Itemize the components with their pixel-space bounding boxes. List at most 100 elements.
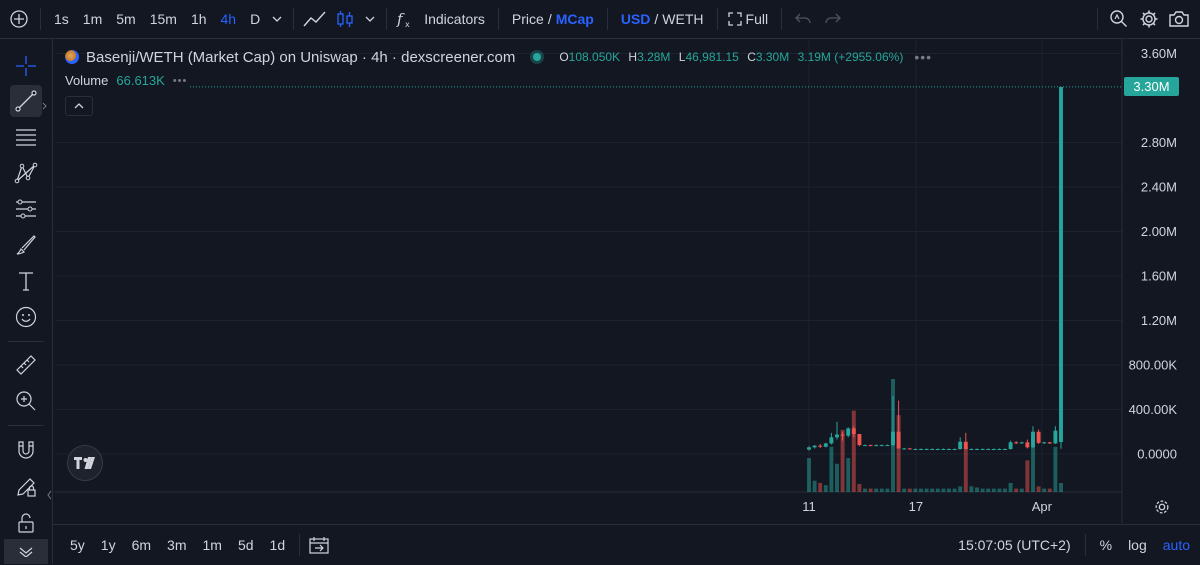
- volume-bar: [958, 486, 963, 492]
- y-tick-label: 1.60M: [1141, 269, 1177, 284]
- toolbar-separator: [299, 534, 301, 556]
- volume-label: Volume: [65, 73, 109, 88]
- y-tick-label: 800.00K: [1129, 358, 1178, 373]
- more-options-icon[interactable]: •••: [914, 49, 932, 65]
- volume-bar: [924, 488, 929, 492]
- candle-body: [1008, 442, 1013, 449]
- chart-settings-icon[interactable]: [1153, 498, 1171, 521]
- candle-body: [1031, 431, 1035, 448]
- candle-body: [1047, 442, 1052, 444]
- candle-body: [930, 448, 935, 450]
- candle-body: [919, 448, 923, 450]
- candle-body: [952, 448, 957, 450]
- close-value: 3.30M: [755, 50, 790, 64]
- volume-bar: [874, 488, 879, 492]
- range-1y[interactable]: 1y: [93, 537, 124, 553]
- volume-bar: [1059, 482, 1063, 492]
- volume-bar: [1014, 488, 1019, 492]
- volume-bar: [930, 488, 935, 492]
- change-value: 3.19M (+2955.06%): [797, 50, 904, 64]
- volume-bar: [851, 410, 856, 492]
- date-range-icon[interactable]: [306, 536, 332, 554]
- candle-body: [975, 448, 979, 450]
- volume-bar: [1019, 488, 1024, 492]
- volume-bar: [952, 488, 957, 492]
- candle-body: [986, 448, 991, 450]
- volume-bar: [969, 486, 974, 492]
- last-price-label: 3.30M: [1124, 77, 1179, 96]
- candle-body: [823, 443, 828, 447]
- percent-toggle[interactable]: %: [1092, 537, 1120, 553]
- candle-body: [896, 431, 901, 449]
- volume-bar: [935, 488, 940, 492]
- volume-bar: [980, 488, 985, 492]
- volume-bar: [963, 446, 968, 492]
- candle-body: [997, 448, 1002, 450]
- volume-bar: [885, 488, 890, 492]
- candle-body: [980, 448, 985, 450]
- candle-body: [1025, 442, 1030, 448]
- volume-bar: [1042, 488, 1047, 492]
- market-status-icon: [533, 53, 542, 61]
- volume-bar: [1008, 482, 1013, 492]
- range-6m[interactable]: 6m: [124, 537, 159, 553]
- volume-bar: [941, 488, 946, 492]
- candle-body: [913, 448, 918, 450]
- candle-body: [851, 428, 856, 434]
- volume-bar: [919, 488, 923, 492]
- candle-body: [863, 445, 867, 447]
- volume-bar: [1047, 488, 1052, 492]
- volume-bar: [986, 488, 991, 492]
- range-1m[interactable]: 1m: [195, 537, 230, 553]
- candle-body: [818, 445, 823, 447]
- volume-bar: [857, 484, 862, 492]
- range-5d[interactable]: 5d: [230, 537, 262, 553]
- y-tick-label: 3.60M: [1141, 46, 1177, 61]
- collapse-legend-button[interactable]: [65, 96, 93, 116]
- symbol-title[interactable]: Basenji/WETH (Market Cap) on Uniswap · 4…: [86, 49, 515, 66]
- candle-body: [1019, 442, 1024, 444]
- clock-time[interactable]: 15:07:05 (UTC+2): [950, 537, 1078, 553]
- y-tick-label: 2.00M: [1141, 224, 1177, 239]
- open-value: 108.050K: [568, 50, 621, 64]
- open-key: O: [559, 50, 569, 64]
- low-value: 46,981.15: [685, 50, 739, 64]
- range-1d[interactable]: 1d: [262, 537, 294, 553]
- candle-body: [874, 445, 879, 447]
- log-toggle[interactable]: log: [1120, 537, 1155, 553]
- volume-bar: [846, 458, 851, 492]
- candle-body: [907, 448, 912, 450]
- auto-toggle[interactable]: auto: [1155, 537, 1200, 553]
- range-5y[interactable]: 5y: [53, 537, 93, 553]
- volume-options-icon[interactable]: •••: [173, 75, 188, 87]
- volume-bar: [863, 488, 867, 492]
- y-tick-label: 0.0000: [1137, 447, 1177, 462]
- range-3m[interactable]: 3m: [159, 537, 194, 553]
- volume-bar: [991, 488, 996, 492]
- tradingview-logo-icon[interactable]: [67, 445, 103, 481]
- candle-body: [891, 431, 895, 446]
- volume-bar: [1031, 446, 1035, 492]
- candle-body: [807, 447, 811, 450]
- candle-body: [868, 445, 873, 447]
- candle-body: [846, 428, 851, 436]
- candle-body: [902, 448, 907, 450]
- candle-body: [1059, 86, 1063, 442]
- candle-body: [963, 441, 968, 449]
- high-key: H: [628, 50, 638, 64]
- candle-body: [941, 448, 946, 450]
- volume-value: 66.613K: [116, 73, 165, 88]
- x-tick-label: Apr: [1032, 499, 1053, 514]
- candle-body: [885, 445, 890, 447]
- volume-bar: [907, 488, 912, 492]
- volume-bar: [975, 487, 979, 492]
- bottom-toolbar: 5y 1y 6m 3m 1m 5d 1d 15:07:05 (UTC+2) % …: [53, 524, 1200, 565]
- candle-body: [1053, 430, 1058, 444]
- candle-body: [947, 448, 951, 450]
- x-tick-label: 11: [802, 499, 816, 514]
- volume-bar: [1053, 446, 1058, 492]
- volume-bar: [818, 482, 823, 492]
- volume-bar: [947, 488, 951, 492]
- close-key: C: [747, 50, 756, 64]
- candle-body: [812, 445, 817, 448]
